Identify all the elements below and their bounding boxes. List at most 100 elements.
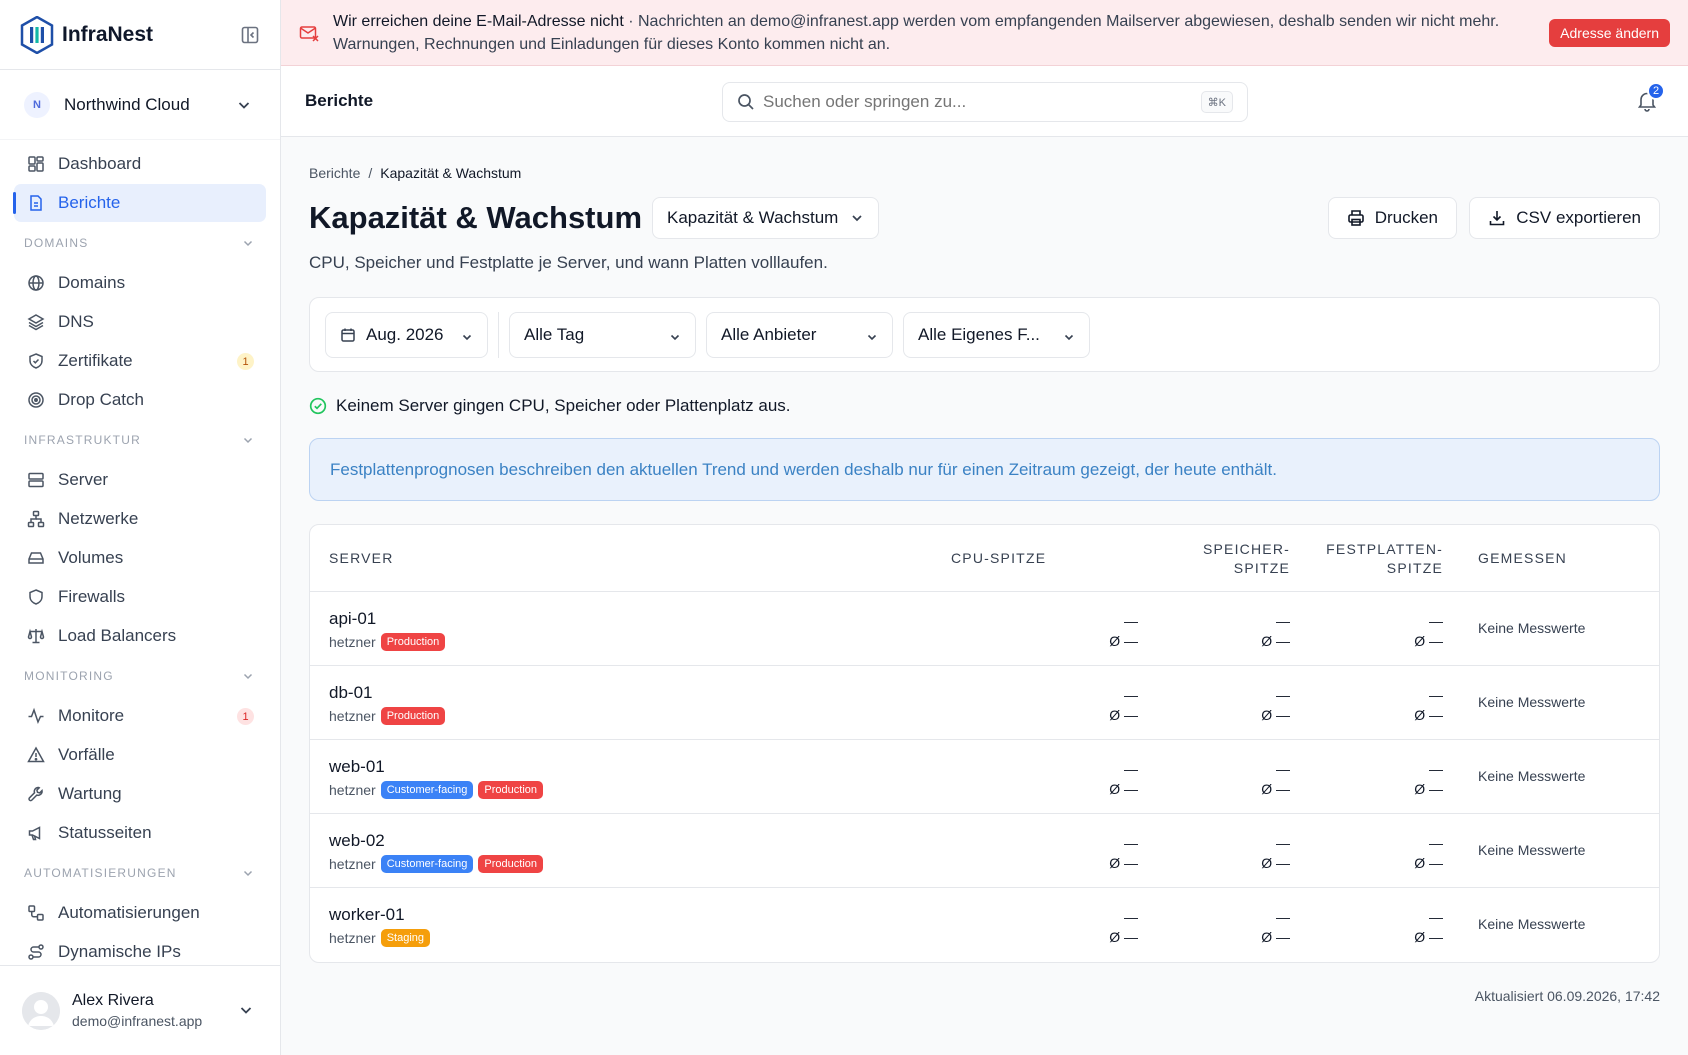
print-button[interactable]: Drucken <box>1327 197 1457 239</box>
sidebar-item-berichte[interactable]: Berichte <box>13 184 266 222</box>
measured-cell: Keine Messwerte <box>1478 916 1586 932</box>
avg-value: Ø — <box>1261 633 1290 649</box>
custom-field-filter[interactable]: Alle Eigenes F... <box>903 311 1090 358</box>
search-box[interactable]: ⌘K <box>722 82 1248 122</box>
table-row[interactable]: web-02 hetzner Customer-facing Productio… <box>310 814 1659 888</box>
change-address-button[interactable]: Adresse ändern <box>1549 19 1670 47</box>
filter-divider <box>498 311 499 358</box>
sidebar-item-load-balancers[interactable]: Load Balancers <box>14 617 266 655</box>
search-input[interactable] <box>763 92 1183 112</box>
tag-production: Production <box>478 855 543 873</box>
sidebar-section-infrastruktur[interactable]: INFRASTRUKTUR <box>0 420 280 460</box>
column-header-memory[interactable]: SPEICHER- SPITZE <box>1203 540 1290 578</box>
sidebar-item-netzwerke[interactable]: Netzwerke <box>14 500 266 538</box>
provider-filter[interactable]: Alle Anbieter <box>706 311 893 358</box>
peak-value: — <box>1276 835 1290 851</box>
month-picker[interactable]: Aug. 2026 <box>325 311 488 358</box>
disk-peak-cell: — Ø — <box>1414 759 1443 799</box>
column-header-cpu[interactable]: CPU-SPITZE <box>951 550 1046 566</box>
column-header-measured[interactable]: GEMESSEN <box>1478 550 1567 566</box>
chevron-down-icon <box>243 870 253 877</box>
avg-value: Ø — <box>1414 855 1443 871</box>
sidebar-item-domains[interactable]: Domains <box>14 264 266 302</box>
sidebar-item-dashboard[interactable]: Dashboard <box>14 145 266 183</box>
measured-cell: Keine Messwerte <box>1478 620 1586 636</box>
chevron-down-icon <box>867 334 877 340</box>
alert-title: Wir erreichen deine E-Mail-Adresse nicht <box>333 13 624 30</box>
table-row[interactable]: db-01 hetzner Production — Ø — — Ø — — Ø — … <box>310 666 1659 740</box>
document-icon <box>26 193 46 213</box>
last-updated: Aktualisiert 06.09.2026, 17:42 <box>1474 988 1660 1004</box>
table-row[interactable]: web-01 hetzner Customer-facing Productio… <box>310 740 1659 814</box>
peak-value: — <box>1276 909 1290 925</box>
disk-peak-cell: — Ø — <box>1414 685 1443 725</box>
sidebar-item-statusseiten[interactable]: Statusseiten <box>14 814 266 852</box>
sidebar-item-vorfaelle[interactable]: Vorfälle <box>14 736 266 774</box>
peak-value: — <box>1124 613 1138 629</box>
avg-value: Ø — <box>1109 707 1138 723</box>
server-name[interactable]: db-01 <box>329 683 372 703</box>
peak-value: — <box>1276 613 1290 629</box>
export-csv-label: CSV exportieren <box>1516 208 1641 227</box>
chevron-down-icon <box>462 334 472 340</box>
server-name[interactable]: web-01 <box>329 757 385 777</box>
layers-icon <box>26 312 46 332</box>
sidebar-collapse-icon[interactable] <box>240 25 260 45</box>
cpu-peak-cell: — Ø — <box>1109 759 1138 799</box>
chevron-down-icon <box>240 1007 252 1014</box>
user-menu[interactable]: Alex Rivera demo@infranest.app <box>0 965 280 1055</box>
report-select[interactable]: Kapazität & Wachstum <box>652 197 880 239</box>
server-meta: hetzner Customer-facing Production <box>329 855 543 873</box>
server-provider: hetzner <box>329 708 376 724</box>
sidebar-item-dns[interactable]: DNS <box>14 303 266 341</box>
server-name[interactable]: api-01 <box>329 609 376 629</box>
workspace-switcher[interactable]: N Northwind Cloud <box>0 70 280 140</box>
memory-peak-cell: — Ø — <box>1261 759 1290 799</box>
sidebar-item-server[interactable]: Server <box>14 461 266 499</box>
sidebar-item-drop-catch[interactable]: Drop Catch <box>14 381 266 419</box>
table-header: SERVER CPU-SPITZE SPEICHER- SPITZE FESTPL… <box>310 525 1659 592</box>
sidebar-item-label: Firewalls <box>58 587 126 606</box>
export-csv-button[interactable]: CSV exportieren <box>1469 197 1660 239</box>
sidebar-item-wartung[interactable]: Wartung <box>14 775 266 813</box>
disk-peak-cell: — Ø — <box>1414 907 1443 947</box>
server-name[interactable]: web-02 <box>329 831 385 851</box>
avg-value: Ø — <box>1414 929 1443 945</box>
globe-icon <box>26 273 46 293</box>
header-line: FESTPLATTEN- <box>1326 541 1443 557</box>
server-meta: hetzner Production <box>329 633 446 651</box>
memory-peak-cell: — Ø — <box>1261 833 1290 873</box>
sidebar-item-automatisierungen[interactable]: Automatisierungen <box>14 894 266 932</box>
warning-triangle-icon <box>26 745 46 765</box>
server-name[interactable]: worker-01 <box>329 905 405 925</box>
sidebar-section-domains[interactable]: DOMAINS <box>0 223 280 263</box>
memory-peak-cell: — Ø — <box>1261 611 1290 651</box>
sidebar-item-label: Vorfälle <box>58 745 115 764</box>
sidebar-item-firewalls[interactable]: Firewalls <box>14 578 266 616</box>
page-heading: Berichte <box>305 91 374 110</box>
server-meta: hetzner Production <box>329 707 446 725</box>
tag-customer-facing: Customer-facing <box>380 781 474 799</box>
sidebar-section-automatisierungen[interactable]: AUTOMATISIERUNGEN <box>0 853 280 893</box>
report-select-value: Kapazität & Wachstum <box>667 208 839 227</box>
sidebar-item-monitore[interactable]: Monitore 1 <box>14 697 266 735</box>
sidebar-section-monitoring[interactable]: MONITORING <box>0 656 280 696</box>
cpu-peak-cell: — Ø — <box>1109 907 1138 947</box>
table-row[interactable]: api-01 hetzner Production — Ø — — Ø — — Ø —… <box>310 592 1659 666</box>
shield-check-icon <box>26 351 46 371</box>
tag-filter[interactable]: Alle Tag <box>509 311 696 358</box>
breadcrumb-root-link[interactable]: Berichte <box>309 165 360 181</box>
wrench-icon <box>26 784 46 804</box>
sidebar-item-volumes[interactable]: Volumes <box>14 539 266 577</box>
tag-production: Production <box>478 781 543 799</box>
peak-value: — <box>1124 909 1138 925</box>
avatar <box>22 991 60 1030</box>
column-header-disk[interactable]: FESTPLATTEN- SPITZE <box>1326 540 1443 578</box>
table-row[interactable]: worker-01 hetzner Staging — Ø — — Ø — — Ø —… <box>310 888 1659 962</box>
custom-field-filter-value: Alle Eigenes F... <box>918 324 1040 344</box>
sidebar-item-zertifikate[interactable]: Zertifikate 1 <box>14 342 266 380</box>
breadcrumb-current: Kapazität & Wachstum <box>380 165 522 181</box>
column-header-server[interactable]: SERVER <box>329 550 394 566</box>
capacity-status: Keinem Server gingen CPU, Speicher oder … <box>309 396 1660 416</box>
sidebar: InfraNest N Northwind Cloud Dashboard Be… <box>0 0 281 1055</box>
